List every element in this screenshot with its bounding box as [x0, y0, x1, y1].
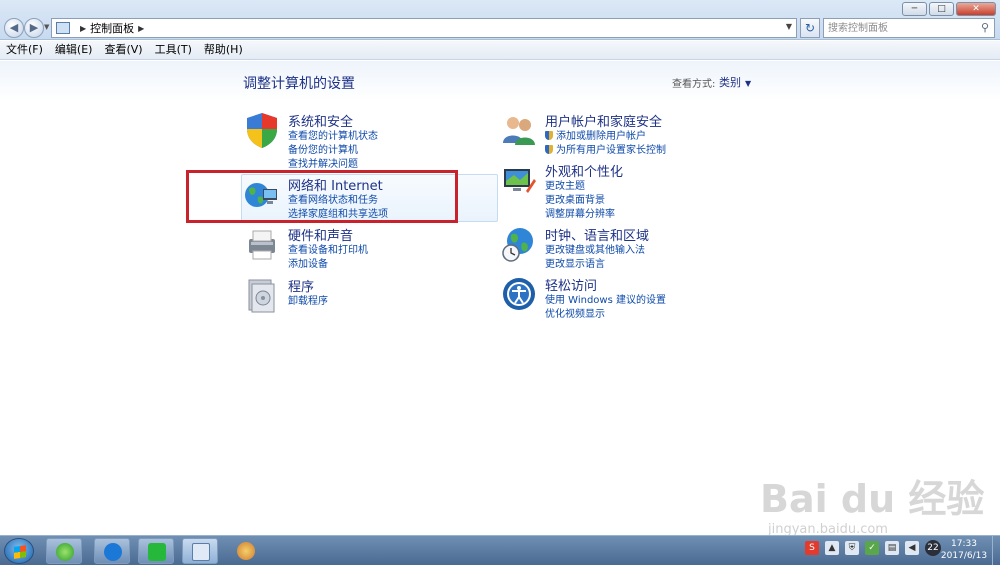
network-icon[interactable]: ▤ [885, 541, 899, 555]
taskbar-paint-button[interactable] [228, 538, 264, 564]
back-button[interactable]: ◀ [4, 18, 24, 38]
window-titlebar: ─ □ ✕ ◀ ▶ ▼ ▶ 控制面板 ▶ ▼ ↻ ⚲ [0, 0, 1000, 40]
forward-button[interactable]: ▶ [24, 18, 44, 38]
link-devices-printers[interactable]: 查看设备和打印机 [288, 241, 368, 256]
volume-icon[interactable]: ◀ [905, 541, 919, 555]
menu-bar: 文件(F) 编辑(E) 查看(V) 工具(T) 帮助(H) [0, 41, 1000, 60]
annotation-highlight-box [186, 170, 458, 223]
link-uninstall-program[interactable]: 卸载程序 [288, 292, 328, 307]
show-desktop-button[interactable] [992, 536, 1000, 565]
shield-security-icon [247, 113, 277, 148]
recent-pages-chevron-icon[interactable]: ▼ [44, 23, 49, 31]
link-optimize-display[interactable]: 优化视频显示 [545, 305, 605, 320]
search-input[interactable] [824, 19, 974, 37]
taskbar-browser-button[interactable] [46, 538, 82, 564]
close-button[interactable]: ✕ [956, 2, 996, 16]
category-appearance[interactable]: 外观和个性化 更改主题 更改桌面背景 调整屏幕分辨率 [500, 161, 720, 220]
refresh-button[interactable]: ↻ [800, 18, 820, 38]
taskbar: S ▲ ⛨ ✓ ▤ ◀ 22 17:33 2017/6/13 [0, 535, 1000, 565]
appearance-icon [504, 169, 536, 193]
link-screen-resolution[interactable]: 调整屏幕分辨率 [545, 205, 615, 220]
browser-icon [56, 543, 74, 561]
system-clock[interactable]: 17:33 2017/6/13 [940, 538, 988, 562]
control-panel-icon [192, 543, 210, 561]
link-add-device[interactable]: 添加设备 [288, 255, 328, 270]
menu-file[interactable]: 文件(F) [0, 41, 49, 59]
link-parental-controls[interactable]: 为所有用户设置家长控制 [545, 141, 666, 156]
clock-globe-icon [502, 228, 533, 262]
start-button[interactable] [4, 538, 34, 564]
menu-view[interactable]: 查看(V) [98, 41, 148, 59]
taskbar-iqiyi-button[interactable] [138, 538, 174, 564]
maximize-button[interactable]: □ [929, 2, 954, 16]
header-gradient [0, 61, 1000, 101]
address-bar[interactable]: ▶ 控制面板 ▶ ▼ [51, 18, 797, 38]
menu-edit[interactable]: 编辑(E) [49, 41, 99, 59]
security-shield-icon[interactable]: ⛨ [845, 541, 859, 555]
ease-of-access-icon [503, 278, 535, 310]
link-view-computer-status[interactable]: 查看您的计算机状态 [288, 127, 378, 142]
link-display-language[interactable]: 更改显示语言 [545, 255, 605, 270]
uac-shield-icon [545, 131, 553, 140]
kugou-icon [104, 543, 122, 561]
address-dropdown-icon[interactable]: ▼ [786, 22, 792, 31]
page-title: 调整计算机的设置 [243, 76, 355, 92]
category-clock-language-region[interactable]: 时钟、语言和区域 更改键盘或其他输入法 更改显示语言 [500, 225, 720, 270]
tray-app-icon[interactable]: ✓ [865, 541, 879, 555]
users-icon [503, 117, 535, 145]
link-add-remove-accounts[interactable]: 添加或删除用户帐户 [545, 127, 646, 142]
windows-logo-icon [14, 545, 26, 559]
chevron-down-icon[interactable]: ▼ [745, 79, 751, 88]
breadcrumb-chevron-icon[interactable]: ▶ [80, 24, 86, 33]
view-by-label: 查看方式: [672, 79, 716, 90]
window-controls: ─ □ ✕ [902, 2, 996, 16]
control-panel-content: 调整计算机的设置 查看方式: 类别 ▼ 系统和安全 查看您的计算机状态 备份您的计… [0, 61, 1000, 535]
menu-tools[interactable]: 工具(T) [149, 41, 198, 59]
tray-expand-icon[interactable]: ▲ [825, 541, 839, 555]
search-icon[interactable]: ⚲ [981, 21, 989, 34]
programs-icon [248, 279, 275, 313]
uac-shield-icon [545, 145, 553, 154]
minimize-button[interactable]: ─ [902, 2, 927, 16]
category-hardware-sound[interactable]: 硬件和声音 查看设备和打印机 添加设备 [243, 225, 443, 270]
link-change-input-method[interactable]: 更改键盘或其他输入法 [545, 241, 645, 256]
clock-date: 2017/6/13 [940, 551, 988, 561]
search-box[interactable]: ⚲ [823, 18, 995, 38]
link-troubleshoot[interactable]: 查找并解决问题 [288, 155, 358, 170]
view-by-dropdown[interactable]: 类别 ▼ [719, 74, 751, 90]
breadcrumb-chevron-icon[interactable]: ▶ [138, 24, 144, 33]
breadcrumb-control-panel[interactable]: 控制面板 [90, 20, 134, 36]
menu-help[interactable]: 帮助(H) [198, 41, 249, 59]
link-desktop-background[interactable]: 更改桌面背景 [545, 191, 605, 206]
view-by-value[interactable]: 类别 [719, 76, 741, 89]
category-system-security[interactable]: 系统和安全 查看您的计算机状态 备份您的计算机 查找并解决问题 [243, 111, 443, 170]
iqiyi-icon [148, 543, 166, 561]
paint-icon [237, 542, 255, 560]
category-programs[interactable]: 程序 卸载程序 [243, 276, 443, 316]
category-ease-of-access[interactable]: 轻松访问 使用 Windows 建议的设置 优化视频显示 [500, 275, 720, 320]
taskbar-kugou-button[interactable] [94, 538, 130, 564]
printer-icon [249, 230, 275, 260]
clock-time: 17:33 [951, 539, 977, 549]
input-method-icon[interactable]: S [805, 541, 819, 555]
baidu-watermark: Bai du 经验 [760, 477, 985, 521]
link-backup-computer[interactable]: 备份您的计算机 [288, 141, 358, 156]
notification-badge[interactable]: 22 [925, 540, 941, 556]
link-change-theme[interactable]: 更改主题 [545, 177, 585, 192]
system-tray: S ▲ ⛨ ✓ ▤ ◀ 22 [805, 540, 941, 556]
control-panel-icon [56, 22, 70, 34]
category-user-accounts[interactable]: 用户帐户和家庭安全 添加或删除用户帐户 为所有用户设置家长控制 [500, 111, 720, 156]
taskbar-control-panel-button[interactable] [182, 538, 218, 564]
link-recommended-settings[interactable]: 使用 Windows 建议的设置 [545, 291, 666, 306]
